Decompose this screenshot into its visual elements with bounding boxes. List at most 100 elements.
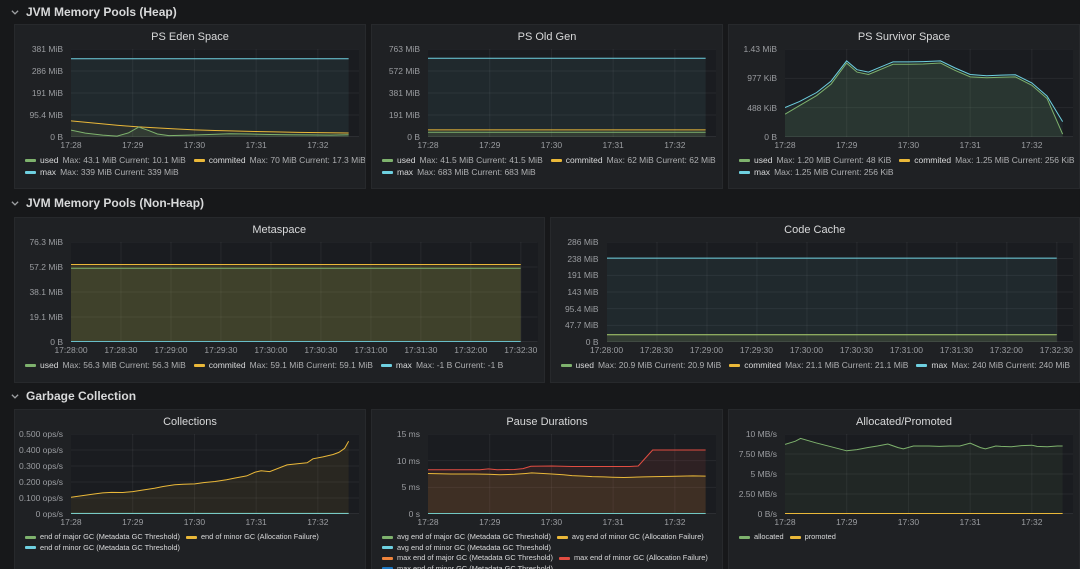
legend-stats: Max: 62 MiB Current: 62 MiB xyxy=(607,155,716,167)
section-header-garbage-collection[interactable]: Garbage Collection xyxy=(0,383,1080,409)
legend-stats: Max: 683 MiB Current: 683 MiB xyxy=(417,167,536,179)
chart-plot[interactable] xyxy=(428,49,716,137)
legend-item[interactable]: end of major GC (Metadata GC Threshold) xyxy=(25,532,180,543)
chart-plot[interactable] xyxy=(71,242,538,342)
legend-item[interactable]: commitedMax: 21.1 MiB Current: 21.1 MiB xyxy=(729,360,908,372)
panel-title[interactable]: PS Old Gen xyxy=(372,25,722,49)
section-header-non-heap[interactable]: JVM Memory Pools (Non-Heap) xyxy=(0,189,1080,217)
chart-plot[interactable] xyxy=(785,434,1073,514)
panel-title[interactable]: Pause Durations xyxy=(372,410,722,434)
legend-row: avg end of major GC (Metadata GC Thresho… xyxy=(382,532,714,543)
y-tick-label: 0.300 ops/s xyxy=(19,461,63,471)
legend-item[interactable]: commitedMax: 70 MiB Current: 17.3 MiB xyxy=(194,155,366,167)
chart-plot[interactable] xyxy=(607,242,1074,342)
legend-item[interactable]: maxMax: -1 B Current: -1 B xyxy=(381,360,503,372)
x-tick-label: 17:29:00 xyxy=(690,345,723,355)
legend-label: max xyxy=(396,360,412,372)
chart-plot[interactable] xyxy=(428,434,716,514)
legend-item[interactable]: commitedMax: 62 MiB Current: 62 MiB xyxy=(551,155,716,167)
x-tick-label: 17:32 xyxy=(1021,140,1042,150)
y-tick-label: 763 MiB xyxy=(389,44,420,54)
legend-item[interactable]: usedMax: 1.20 MiB Current: 48 KiB xyxy=(739,155,891,167)
y-tick-label: 5 MB/s xyxy=(751,469,777,479)
chevron-down-icon xyxy=(10,391,20,401)
legend-swatch-icon xyxy=(561,364,572,367)
y-axis: 763 MiB572 MiB381 MiB191 MiB0 B xyxy=(372,49,428,137)
legend-item[interactable]: max Max: 683 MiB Current: 683 MiB xyxy=(382,167,536,179)
x-tick-label: 17:31 xyxy=(246,140,267,150)
x-tick-label: 17:32 xyxy=(1021,517,1042,527)
chart-plot[interactable] xyxy=(71,434,359,514)
legend-item[interactable]: end of minor GC (Allocation Failure) xyxy=(186,532,319,543)
x-tick-label: 17:28 xyxy=(60,517,81,527)
legend-label: max xyxy=(754,167,770,179)
chart-plot[interactable] xyxy=(71,49,359,137)
x-axis: 17:2817:2917:3017:3117:32 xyxy=(71,137,359,152)
y-tick-label: 15 ms xyxy=(397,429,420,439)
legend-item[interactable]: end of minor GC (Metadata GC Threshold) xyxy=(25,543,180,554)
legend-item[interactable]: maxMax: 339 MiB Current: 339 MiB xyxy=(25,167,179,179)
legend-item[interactable]: usedMax: 56.3 MiB Current: 56.3 MiB xyxy=(25,360,186,372)
y-tick-label: 286 MiB xyxy=(32,66,63,76)
legend-item[interactable]: promoted xyxy=(790,532,836,543)
panel-title[interactable]: PS Survivor Space xyxy=(729,25,1079,49)
legend-row: maxMax: 339 MiB Current: 339 MiB xyxy=(25,167,357,179)
x-tick-label: 17:29:00 xyxy=(154,345,187,355)
panel-title[interactable]: Collections xyxy=(15,410,365,434)
legend-item[interactable]: commitedMax: 1.25 MiB Current: 256 KiB xyxy=(899,155,1074,167)
y-tick-label: 47.7 MiB xyxy=(565,320,599,330)
legend-swatch-icon xyxy=(729,364,740,367)
x-tick-label: 17:30 xyxy=(184,517,205,527)
legend-item[interactable]: maxMax: 240 MiB Current: 240 MiB xyxy=(916,360,1070,372)
legend-item[interactable]: maxMax: 1.25 MiB Current: 256 KiB xyxy=(739,167,894,179)
legend-swatch-icon xyxy=(559,557,570,560)
chevron-down-icon xyxy=(10,198,20,208)
legend-item[interactable]: allocated xyxy=(739,532,784,543)
legend-item[interactable]: avg end of major GC (Metadata GC Thresho… xyxy=(382,532,551,543)
legend-swatch-icon xyxy=(916,364,927,367)
legend-label: commited xyxy=(209,155,246,167)
legend: usedMax: 20.9 MiB Current: 20.9 MiB commi… xyxy=(551,357,1080,372)
y-tick-label: 76.3 MiB xyxy=(29,237,63,247)
x-tick-label: 17:29:30 xyxy=(204,345,237,355)
x-tick-label: 17:31 xyxy=(960,140,981,150)
legend-swatch-icon xyxy=(739,159,750,162)
legend-item[interactable]: usedMax: 41.5 MiB Current: 41.5 MiB xyxy=(382,155,543,167)
legend-row: max end of minor GC (Metadata GC Thresho… xyxy=(382,564,714,569)
legend-item[interactable]: usedMax: 43.1 MiB Current: 10.1 MiB xyxy=(25,155,186,167)
y-tick-label: 191 MiB xyxy=(567,270,598,280)
panel-title[interactable]: Allocated/Promoted xyxy=(729,410,1079,434)
legend-swatch-icon xyxy=(382,159,393,162)
panel-title[interactable]: PS Eden Space xyxy=(15,25,365,49)
chart-body: 0.500 ops/s0.400 ops/s0.300 ops/s0.200 o… xyxy=(15,434,365,529)
y-axis: 286 MiB238 MiB191 MiB143 MiB95.4 MiB47.7… xyxy=(551,242,607,342)
legend-item[interactable]: max end of minor GC (Metadata GC Thresho… xyxy=(382,564,553,569)
x-axis: 17:2817:2917:3017:3117:32 xyxy=(71,514,359,529)
legend-item[interactable]: commitedMax: 59.1 MiB Current: 59.1 MiB xyxy=(194,360,373,372)
panel-title[interactable]: Code Cache xyxy=(551,218,1080,242)
legend-label: commited xyxy=(744,360,781,372)
chart-body: 381 MiB286 MiB191 MiB95.4 MiB0 B17:2817:… xyxy=(15,49,365,152)
legend-item[interactable]: avg end of minor GC (Metadata GC Thresho… xyxy=(382,543,551,554)
legend-swatch-icon xyxy=(790,536,801,539)
legend-item[interactable]: usedMax: 20.9 MiB Current: 20.9 MiB xyxy=(561,360,722,372)
legend-label: max xyxy=(397,167,413,179)
legend-label: max end of minor GC (Allocation Failure) xyxy=(574,553,708,564)
y-tick-label: 7.50 MB/s xyxy=(739,449,777,459)
x-tick-label: 17:29 xyxy=(479,140,500,150)
legend-item[interactable]: max end of major GC (Metadata GC Thresho… xyxy=(382,553,553,564)
x-tick-label: 17:29:30 xyxy=(740,345,773,355)
y-tick-label: 572 MiB xyxy=(389,66,420,76)
x-tick-label: 17:32:30 xyxy=(504,345,537,355)
y-tick-label: 977 KiB xyxy=(747,73,777,83)
legend: end of major GC (Metadata GC Threshold)e… xyxy=(15,529,365,553)
x-tick-label: 17:32 xyxy=(307,140,328,150)
chart-plot[interactable] xyxy=(785,49,1073,137)
legend-item[interactable]: max end of minor GC (Allocation Failure) xyxy=(559,553,708,564)
panel-title[interactable]: Metaspace xyxy=(15,218,544,242)
legend-item[interactable]: avg end of minor GC (Allocation Failure) xyxy=(557,532,704,543)
section-header-heap[interactable]: JVM Memory Pools (Heap) xyxy=(0,0,1080,24)
legend-stats: Max: 43.1 MiB Current: 10.1 MiB xyxy=(62,155,185,167)
legend-stats: Max: 41.5 MiB Current: 41.5 MiB xyxy=(419,155,542,167)
legend-row: usedMax: 43.1 MiB Current: 10.1 MiB commi… xyxy=(25,155,357,167)
